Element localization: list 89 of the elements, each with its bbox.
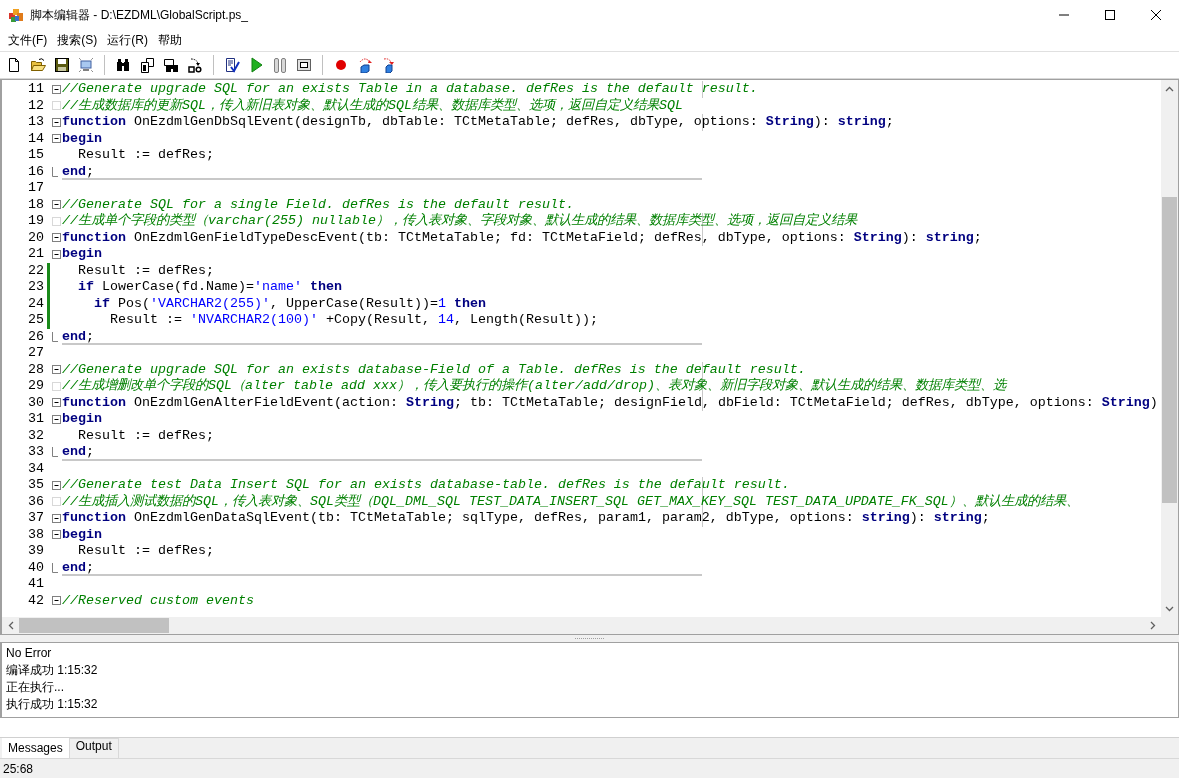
breakpoint-dot-icon[interactable] xyxy=(333,57,349,73)
line-number: 32 xyxy=(27,427,44,444)
fold-end-icon xyxy=(52,562,58,573)
line-number: 15 xyxy=(27,147,44,164)
line-number: 37 xyxy=(27,510,44,527)
framed-box-icon[interactable] xyxy=(296,57,312,73)
line-number: 24 xyxy=(27,295,44,312)
fold-collapse-icon[interactable] xyxy=(52,200,61,210)
fold-collapse-icon[interactable] xyxy=(52,398,61,408)
fold-collapse-icon[interactable] xyxy=(52,249,61,259)
fold-collapse-icon[interactable] xyxy=(52,117,61,127)
line-number: 36 xyxy=(27,493,44,510)
fold-collapse-icon[interactable] xyxy=(52,84,61,94)
play-icon[interactable] xyxy=(248,57,264,73)
tab[interactable]: Messages xyxy=(2,738,69,758)
line-number: 17 xyxy=(27,180,44,197)
line-number: 39 xyxy=(27,543,44,560)
document-check-icon[interactable] xyxy=(224,57,240,73)
splitter-grip-icon[interactable] xyxy=(574,637,605,640)
line-number: 27 xyxy=(27,345,44,362)
documents-icon[interactable] xyxy=(139,57,155,73)
fold-collapse-icon[interactable] xyxy=(52,530,61,540)
line-number: 13 xyxy=(27,114,44,131)
line-number: 30 xyxy=(27,394,44,411)
fold-branch-icon xyxy=(52,381,61,391)
open-folder-icon[interactable] xyxy=(30,57,46,73)
line-number: 42 xyxy=(27,592,44,609)
fold-branch-icon xyxy=(52,101,61,111)
scrollbar-thumb[interactable] xyxy=(1162,197,1177,503)
line-number: 41 xyxy=(27,576,44,593)
menu-item[interactable]: 文件(F) xyxy=(2,32,54,49)
menu-item[interactable]: 搜索(S) xyxy=(51,32,104,49)
step-into-icon[interactable] xyxy=(357,57,373,73)
cursor-position: 25:68 xyxy=(3,761,34,776)
monitor-icon[interactable] xyxy=(78,57,94,73)
chevron-left-icon[interactable] xyxy=(7,621,14,630)
line-number: 38 xyxy=(27,526,44,543)
close-icon[interactable] xyxy=(1148,9,1164,21)
fold-end-icon xyxy=(52,447,58,458)
pause-icon[interactable] xyxy=(272,57,288,73)
app-icon xyxy=(8,7,24,23)
new-file-icon[interactable] xyxy=(6,57,22,73)
line-number: 21 xyxy=(27,246,44,263)
menu-item[interactable]: 运行(R) xyxy=(101,32,154,49)
chevron-up-icon[interactable] xyxy=(1165,85,1174,92)
maximize-icon[interactable] xyxy=(1102,9,1118,21)
line-number: 33 xyxy=(27,444,44,461)
line-number: 11 xyxy=(27,81,44,98)
line-number: 34 xyxy=(27,460,44,477)
chevron-down-icon[interactable] xyxy=(1165,605,1174,612)
line-number: 14 xyxy=(27,130,44,147)
line-number: 20 xyxy=(27,229,44,246)
step-over-icon[interactable] xyxy=(381,57,397,73)
message-line: 正在执行... xyxy=(6,679,65,696)
binoculars-page-icon[interactable] xyxy=(163,57,179,73)
line-number: 12 xyxy=(27,97,44,114)
fold-collapse-icon[interactable] xyxy=(52,233,61,243)
binoculars-icon[interactable] xyxy=(115,57,131,73)
fold-collapse-icon[interactable] xyxy=(52,480,61,490)
line-number: 28 xyxy=(27,361,44,378)
fold-collapse-icon[interactable] xyxy=(52,596,61,606)
message-line: 执行成功 1:15:32 xyxy=(6,696,99,713)
fold-branch-icon xyxy=(52,216,61,226)
fold-collapse-icon[interactable] xyxy=(52,513,61,523)
message-line: No Error xyxy=(6,645,53,662)
fold-collapse-icon[interactable] xyxy=(52,134,61,144)
line-number: 23 xyxy=(27,279,44,296)
fold-end-icon xyxy=(52,331,58,342)
window-title: 脚本编辑器 - D:\EZDML\GlobalScript.ps_ xyxy=(30,6,250,24)
fold-end-icon xyxy=(52,166,58,177)
menu-item[interactable]: 帮助 xyxy=(152,32,188,49)
line-number: 26 xyxy=(27,328,44,345)
scrollbar-thumb[interactable] xyxy=(19,618,169,633)
tab[interactable]: Output xyxy=(68,738,119,758)
fold-collapse-icon[interactable] xyxy=(52,365,61,375)
fold-branch-icon xyxy=(52,497,61,507)
line-number: 35 xyxy=(27,477,44,494)
message-line: 编译成功 1:15:32 xyxy=(6,662,99,679)
line-number: 22 xyxy=(27,262,44,279)
line-number: 16 xyxy=(27,163,44,180)
line-number: 31 xyxy=(27,411,44,428)
fold-collapse-icon[interactable] xyxy=(52,414,61,424)
goto-arrow-icon[interactable] xyxy=(187,57,203,73)
line-number: 29 xyxy=(27,378,44,395)
line-number: 40 xyxy=(27,559,44,576)
line-number: 25 xyxy=(27,312,44,329)
chevron-right-icon[interactable] xyxy=(1149,621,1156,630)
line-number: 19 xyxy=(27,213,44,230)
line-number: 18 xyxy=(27,196,44,213)
